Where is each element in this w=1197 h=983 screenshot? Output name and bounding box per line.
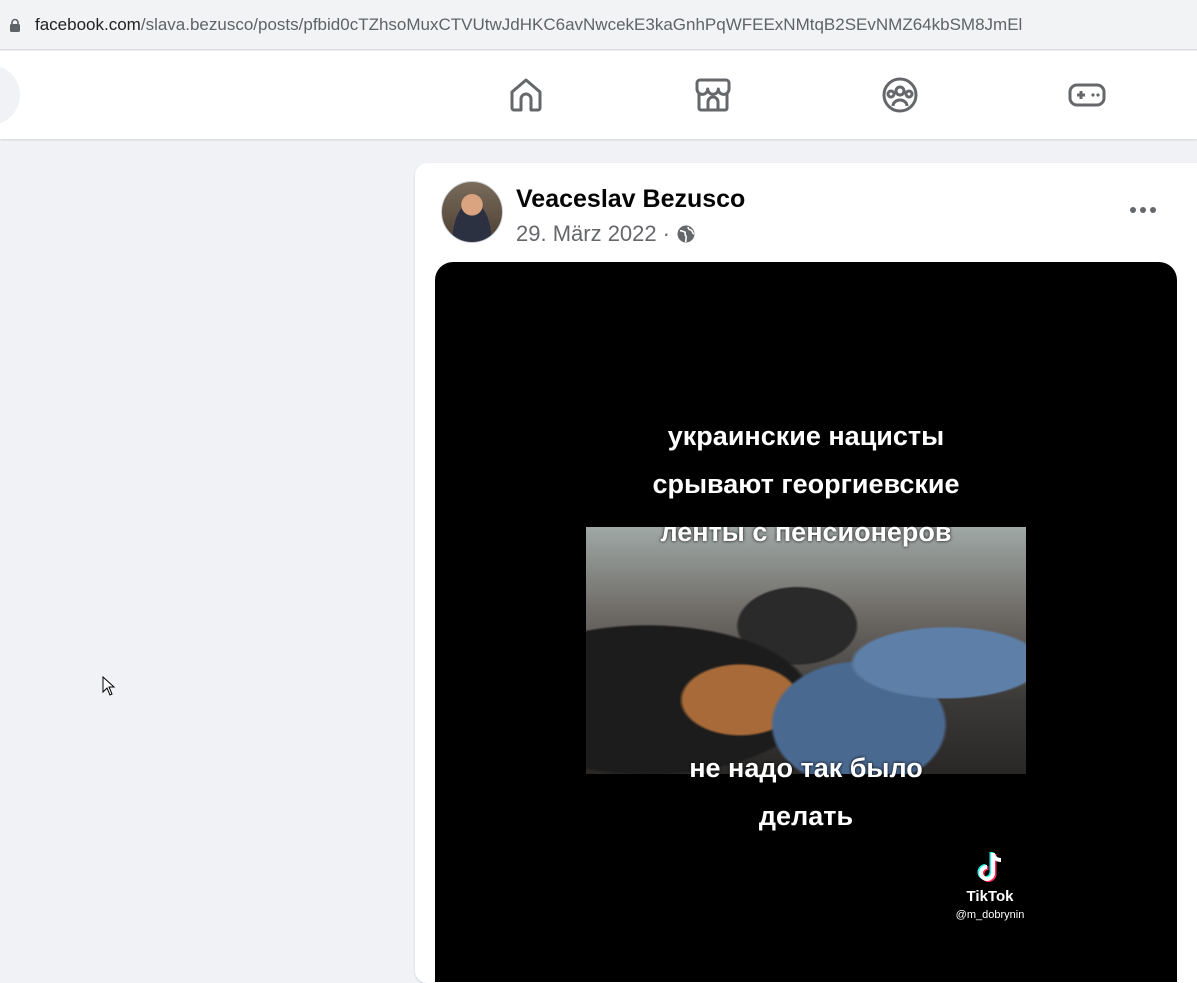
more-dot-icon [1140,207,1146,213]
url-bar[interactable]: facebook.com/slava.bezusco/posts/pfbid0c… [0,6,1197,44]
tiktok-brand: TikTok [966,888,1014,905]
video-caption-top: украинские нацисты срывают георгиевские … [435,412,1177,556]
home-icon [510,78,542,112]
nav-groups-button[interactable] [878,73,922,117]
caption-line: делать [758,801,854,831]
browser-address-bar: facebook.com/slava.bezusco/posts/pfbid0c… [0,0,1197,50]
gaming-icon [1068,83,1106,107]
caption-line: украинские нацисты [667,421,945,451]
globe-icon [677,225,695,243]
meta-separator: · [662,221,670,246]
url-text[interactable]: facebook.com/slava.bezusco/posts/pfbid0c… [35,15,1022,35]
nav-gaming-button[interactable] [1065,73,1109,117]
facebook-top-nav [0,51,1197,139]
post-card: Veaceslav Bezusco 29. März 2022 · украин… [415,163,1197,983]
mouse-cursor-icon [102,676,116,696]
url-path: /slava.bezusco/posts/pfbid0cTZhsoMuxCTVU… [140,15,1023,34]
more-dot-icon [1130,207,1136,213]
tiktok-logo-icon [977,852,1002,882]
groups-icon [882,77,918,113]
nav-marketplace-button[interactable] [691,73,735,117]
caption-line: не надо так было [689,753,923,783]
author-name[interactable]: Veaceslav Bezusco [516,185,745,214]
caption-line: срывают георгиевские [652,469,960,499]
more-dot-icon [1150,207,1156,213]
video-player[interactable]: украинские нацисты срывают георгиевские … [435,262,1177,982]
nav-home-button[interactable] [504,73,548,117]
video-caption-bottom: не надо так было делать [435,744,1177,840]
tiktok-username: @m_dobrynin [955,909,1025,921]
url-domain: facebook.com [35,15,141,34]
post-date[interactable]: 29. März 2022 [516,221,657,247]
caption-line: ленты с пенсионеров [660,517,952,547]
marketplace-icon [695,78,731,112]
search-button[interactable] [0,65,20,125]
more-options-button[interactable] [1123,198,1163,222]
post-meta: 29. März 2022 · [516,221,696,247]
lock-icon [10,18,20,32]
author-avatar[interactable] [441,181,503,243]
tiktok-watermark: TikTok @m_dobrynin [940,850,1040,921]
video-frame-image [586,527,1026,774]
